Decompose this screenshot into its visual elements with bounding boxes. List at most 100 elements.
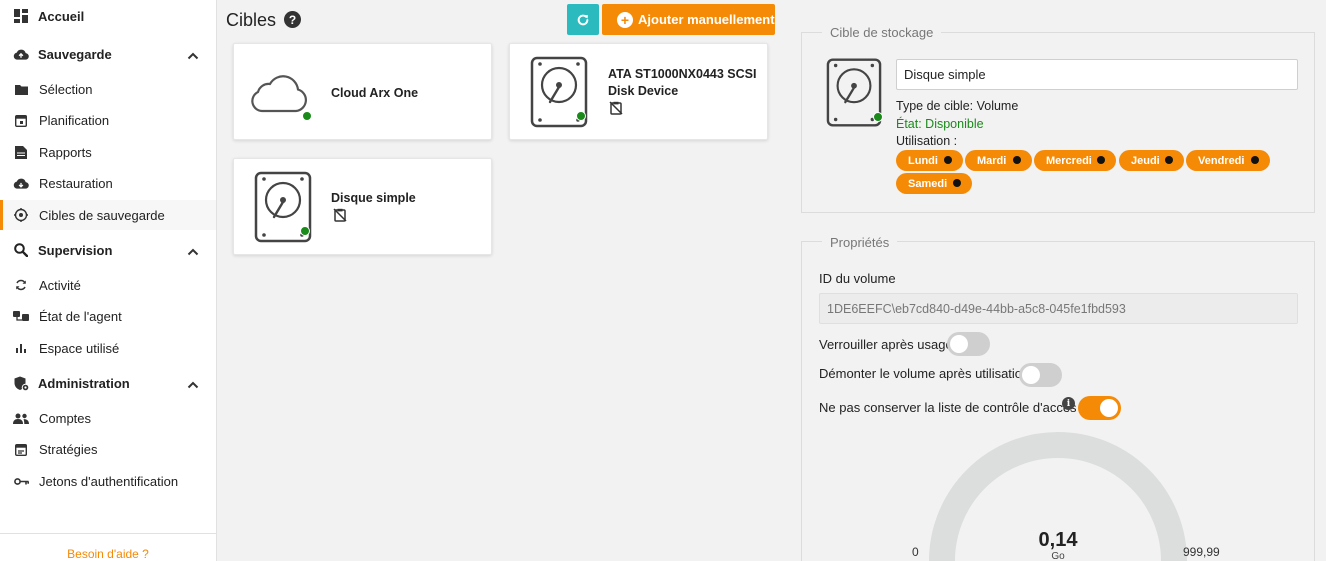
sidebar-item-etat-de-l-agent[interactable]: État de l'agent [0,301,216,331]
usage-label: Utilisation : [896,134,958,148]
clipboard-disabled-icon [609,101,623,115]
report-icon [13,144,29,160]
sidebar-item-selection[interactable]: Sélection [0,74,216,104]
help-link[interactable]: Besoin d'aide ? [0,547,216,561]
day-dot-icon [944,156,952,164]
sidebar-item-activite[interactable]: Activité [0,270,216,300]
admin-shield-icon [13,375,29,391]
toggle-knob [1022,366,1040,384]
sidebar-item-espace-utilise[interactable]: Espace utilisé [0,333,216,363]
sidebar-item-cibles-de-sauvegarde[interactable]: Cibles de sauvegarde [0,200,216,230]
folder-icon [13,81,29,97]
policy-icon [13,441,29,457]
sidebar-item-planification[interactable]: Planification [0,105,216,135]
toggle-knob [1100,399,1118,417]
sync-icon [13,277,29,293]
volume-id-field[interactable]: 1DE6EEFC\eb7cd840-d49e-44bb-a5c8-045fe1f… [819,293,1298,324]
sidebar-item-label: Espace utilisé [39,340,120,356]
day-dot-icon [953,179,961,187]
status-available-indicator [300,226,310,236]
add-manually-label: Ajouter manuellement [638,12,775,27]
day-label: Samedi [908,177,948,190]
sidebar-item-rapports[interactable]: Rapports [0,137,216,167]
toggle-knob [950,335,968,353]
sidebar-item-administration[interactable]: Administration [0,368,216,398]
target-card-simple-disk[interactable]: Disque simple [233,158,492,255]
status-available-indicator [576,111,586,121]
day-badge-mercredi: Mercredi [1034,150,1116,171]
sidebar-item-jetons-d-authentification[interactable]: Jetons d'authentification [0,466,216,496]
day-dot-icon [1013,156,1021,164]
sidebar-item-label: Jetons d'authentification [39,473,179,489]
bar-chart-icon [13,340,29,356]
users-icon [13,410,29,426]
sidebar-item-label: Comptes [39,410,92,426]
volume-id-label: ID du volume [819,271,896,286]
target-type-text: Type de cible: Volume [896,99,1019,113]
lock-after-use-label: Verrouiller après usage [819,337,953,352]
sidebar-item-label: Stratégies [39,441,98,457]
search-icon [13,242,29,258]
sidebar-item-label: Sauvegarde [38,46,112,62]
sidebar-item-label: Accueil [38,8,85,24]
day-badge-lundi: Lundi [896,150,963,171]
day-label: Mercredi [1046,154,1092,167]
day-dot-icon [1251,156,1259,164]
cloud-download-icon [13,175,29,191]
cloud-upload-icon [13,46,29,62]
lock-after-use-toggle[interactable] [947,332,990,356]
day-badge-samedi: Samedi [896,173,972,194]
cloud-icon [251,75,307,113]
target-icon [13,207,29,223]
status-available-indicator [873,112,883,122]
sidebar: Accueil Sauvegarde Sélection Planification R… [0,0,217,561]
day-label: Lundi [908,154,938,167]
chevron-up-icon[interactable] [187,244,199,256]
agent-icon [13,308,29,324]
dashboard-icon [13,8,29,24]
unmount-after-use-toggle[interactable] [1019,363,1062,387]
storage-target-legend: Cible de stockage [822,25,942,40]
sidebar-item-restauration[interactable]: Restauration [0,168,216,198]
sidebar-item-label: Administration [38,375,130,391]
key-icon [13,473,29,489]
unmount-after-use-label: Démonter le volume après utilisation [819,366,1030,381]
day-badge-jeudi: Jeudi [1119,150,1184,171]
calendar-icon [13,112,29,128]
target-card-name: ATA ST1000NX0443 SCSI Disk Device [608,67,757,98]
plus-circle-icon: + [617,11,633,28]
gauge-max-label: 999,99 [1183,545,1220,559]
gauge-value: 0,14 [1038,529,1078,551]
day-dot-icon [1097,156,1105,164]
acl-toggle[interactable] [1078,396,1121,420]
chevron-up-icon[interactable] [187,377,199,389]
gauge-unit: Go [1051,551,1065,561]
sidebar-item-sauvegarde[interactable]: Sauvegarde [0,39,216,69]
sidebar-item-label: Cibles de sauvegarde [39,207,165,223]
chevron-up-icon[interactable] [187,48,199,60]
sidebar-item-strategies[interactable]: Stratégies [0,434,216,464]
target-card-ata-disk[interactable]: ATA ST1000NX0443 SCSI Disk Device [509,43,768,140]
sidebar-item-accueil[interactable]: Accueil [0,1,216,31]
refresh-icon [577,14,589,25]
sidebar-item-comptes[interactable]: Comptes [0,403,216,433]
sidebar-item-label: Rapports [39,144,92,160]
day-badge-vendredi: Vendredi [1186,150,1270,171]
sidebar-item-label: Restauration [39,175,113,191]
refresh-button[interactable] [567,4,599,35]
add-manually-button[interactable]: + Ajouter manuellement [602,4,775,35]
day-label: Mardi [977,154,1007,167]
clipboard-disabled-icon [333,208,347,222]
sidebar-divider [0,533,216,534]
target-card-name: Disque simple [331,191,416,205]
help-icon[interactable]: ? [284,11,301,28]
target-card-cloud[interactable]: Cloud Arx One [233,43,492,140]
target-name-input[interactable] [896,59,1298,90]
sidebar-item-label: Planification [39,112,110,128]
sidebar-item-label: Sélection [39,81,93,97]
target-state-text: État: Disponible [896,117,984,131]
info-icon[interactable]: i [1062,397,1075,410]
status-available-indicator [302,111,312,121]
sidebar-item-supervision[interactable]: Supervision [0,235,216,265]
day-label: Vendredi [1198,154,1245,167]
